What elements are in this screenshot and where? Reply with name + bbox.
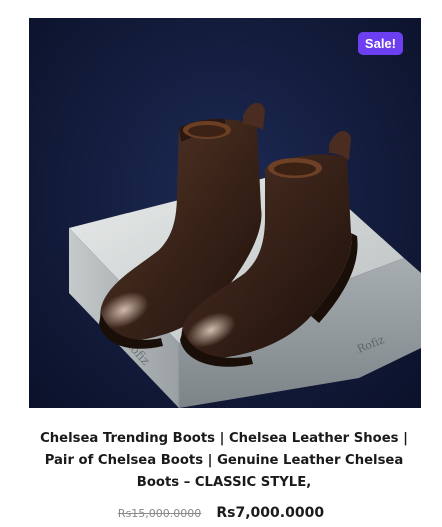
- product-title[interactable]: Chelsea Trending Boots | Chelsea Leather…: [24, 428, 424, 494]
- product-card: Rofiz Rofiz Sale! Chelsea Trending Boots…: [0, 0, 442, 527]
- sale-price: Rs7,000.0000: [216, 505, 325, 521]
- sale-badge: Sale!: [357, 32, 403, 55]
- boots-on-box-illustration: Rofiz Rofiz: [69, 102, 421, 408]
- regular-price: Rs15,000.0000: [117, 507, 202, 520]
- product-image[interactable]: Rofiz Rofiz Sale!: [29, 18, 421, 408]
- price-row: Rs15,000.0000 Rs7,000.0000: [0, 503, 442, 523]
